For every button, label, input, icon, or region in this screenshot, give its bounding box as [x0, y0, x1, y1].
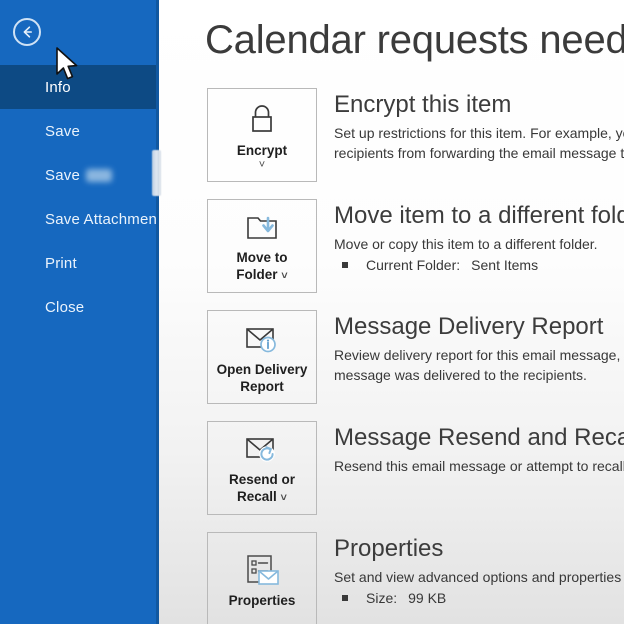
back-button[interactable] — [13, 18, 41, 46]
section-desc-line1: Set up restrictions for this item. For e… — [334, 125, 624, 141]
section-desc-line1: Review delivery report for this email me… — [334, 347, 624, 363]
open-delivery-report-button[interactable]: Open Delivery Report — [207, 310, 317, 404]
section-desc-line2: recipients from forwarding the email mes… — [334, 145, 624, 161]
section-delivery-report: Open Delivery Report Message Delivery Re… — [207, 310, 624, 404]
section-title: Message Delivery Report — [334, 313, 604, 340]
section-title: Encrypt this item — [334, 91, 512, 118]
resend-or-recall-button[interactable]: Resend or Recall ˅ — [207, 421, 317, 515]
section-title: Move item to a different folder — [334, 202, 624, 229]
sidebar-item-info[interactable]: Info — [0, 65, 159, 109]
btn-line-1: Resend or — [228, 472, 296, 487]
sidebar-item-close[interactable]: Close — [0, 285, 159, 329]
current-folder-value: Sent Items — [471, 257, 539, 273]
btn-line-2: Recall — [237, 489, 277, 504]
move-to-folder-icon — [243, 207, 281, 247]
scrollbar-thumb[interactable] — [152, 150, 161, 196]
section-desc-line1: Move or copy this item to a different fo… — [334, 236, 598, 252]
move-to-folder-text-block: Move item to a different folder Move or … — [334, 199, 624, 273]
properties-button[interactable]: Properties — [207, 532, 317, 624]
btn-line-1: Open Delivery — [216, 362, 308, 377]
encrypt-button-label: Encrypt — [236, 143, 288, 158]
size-value: 99 KB — [408, 590, 447, 606]
backstage-sidebar: Info Save Save Save Attachments Print Cl… — [0, 0, 159, 624]
properties-text-block: Properties Set and view advanced options… — [334, 532, 624, 606]
section-properties: Properties Properties Set and view advan… — [207, 532, 624, 624]
sidebar-item-print[interactable]: Print — [0, 241, 159, 285]
section-title: Message Resend and Recall — [334, 424, 624, 451]
section-move-to-folder: Move to Folder ˅ Move item to a differen… — [207, 199, 624, 293]
sidebar-item-label: Close — [45, 298, 85, 316]
size-label: Size: — [366, 590, 398, 606]
encrypt-text-block: Encrypt this item Set up restrictions fo… — [334, 88, 624, 163]
sidebar-item-label: Info — [45, 78, 71, 96]
chevron-down-icon[interactable]: ˅ — [259, 160, 265, 171]
btn-line-1: Move to — [236, 250, 288, 265]
motion-blur-overlay — [86, 168, 112, 182]
move-to-folder-button-label: Move to Folder ˅ — [236, 249, 287, 285]
lock-icon — [245, 100, 279, 140]
info-pane: Calendar requests need Encrypt ˅ Encrypt… — [159, 0, 624, 624]
btn-line-2: Report — [240, 379, 284, 394]
envelope-resend-icon — [242, 429, 282, 469]
properties-icon — [242, 550, 282, 590]
current-folder-label: Current Folder: — [366, 257, 461, 273]
section-resend-recall: Resend or Recall ˅ Message Resend and Re… — [207, 421, 624, 515]
open-delivery-report-button-label: Open Delivery Report — [217, 361, 308, 395]
size-row: Size: 99 KB — [334, 590, 624, 606]
encrypt-button[interactable]: Encrypt ˅ — [207, 88, 317, 182]
sidebar-item-label: Save Attachments — [45, 210, 159, 228]
resend-recall-text-block: Message Resend and Recall Resend this em… — [334, 421, 624, 476]
sidebar-item-save-as[interactable]: Save — [0, 153, 159, 197]
back-arrow-icon — [23, 26, 32, 38]
move-to-folder-button[interactable]: Move to Folder ˅ — [207, 199, 317, 293]
bullet-square-icon — [342, 595, 348, 601]
section-title: Properties — [334, 535, 444, 562]
outlook-backstage-view: Info Save Save Save Attachments Print Cl… — [0, 0, 624, 624]
envelope-info-icon — [242, 319, 282, 359]
page-title: Calendar requests need — [205, 18, 624, 62]
section-encrypt: Encrypt ˅ Encrypt this item Set up restr… — [207, 88, 624, 182]
btn-line-2: Folder — [236, 267, 278, 282]
resend-or-recall-button-label: Resend or Recall ˅ — [229, 471, 295, 507]
sidebar-item-save-attachments[interactable]: Save Attachments — [0, 197, 159, 241]
section-desc-line2: message was delivered to the recipients. — [334, 367, 587, 383]
backstage-nav-list: Info Save Save Save Attachments Print Cl… — [0, 65, 159, 329]
section-desc-line1: Resend this email message or attempt to … — [334, 458, 624, 474]
bullet-square-icon — [342, 262, 348, 268]
chevron-down-icon[interactable]: ˅ — [281, 492, 287, 504]
sidebar-item-label: Save — [45, 166, 80, 184]
section-desc-line1: Set and view advanced options and proper… — [334, 569, 624, 585]
sidebar-item-label: Save — [45, 122, 80, 140]
sidebar-item-save[interactable]: Save — [0, 109, 159, 153]
properties-button-label: Properties — [228, 592, 296, 608]
chevron-down-icon[interactable]: ˅ — [281, 270, 287, 282]
sidebar-item-label: Print — [45, 254, 77, 272]
delivery-report-text-block: Message Delivery Report Review delivery … — [334, 310, 624, 385]
current-folder-row: Current Folder: Sent Items — [334, 257, 624, 273]
